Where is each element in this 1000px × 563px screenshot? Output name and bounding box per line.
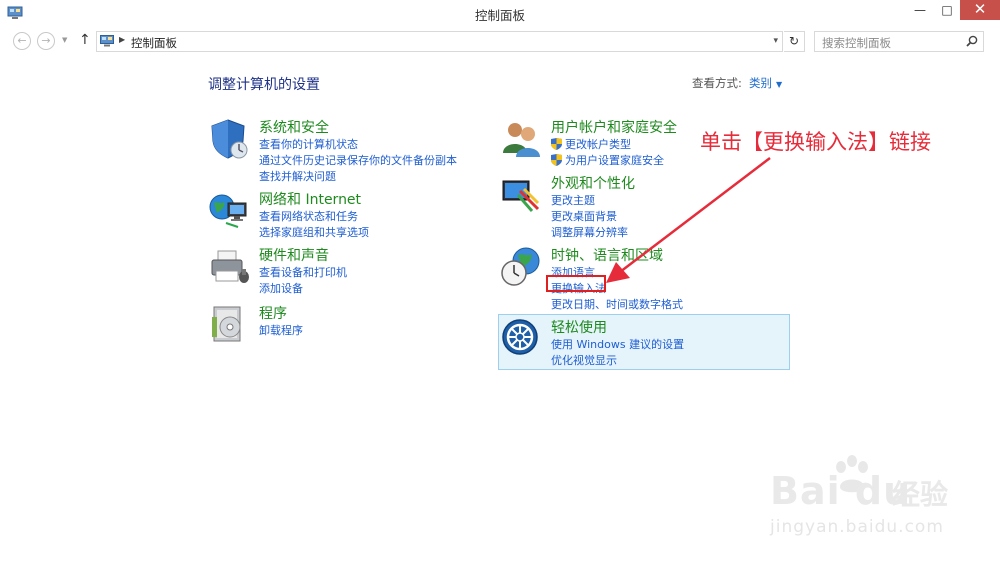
page-title: 调整计算机的设置 [208,77,320,93]
category-heading[interactable]: 时钟、语言和区域 [551,245,663,265]
search-icon[interactable] [965,34,979,48]
link-label: 更改帐户类型 [565,138,631,151]
view-by-label: 查看方式: [692,76,742,90]
view-by-value: 类别 [749,76,772,90]
clock-globe-icon [501,247,540,286]
breadcrumb-separator-icon[interactable]: ▶ [119,35,125,44]
address-bar[interactable]: ▶ 控制面板 ▾ [96,31,783,52]
programs-disc-icon [212,306,241,342]
breadcrumb-control-panel[interactable]: 控制面板 [131,35,177,51]
ease-of-access-icon [502,319,538,355]
category-heading[interactable]: 外观和个性化 [551,173,635,193]
maximize-button[interactable]: □ [934,0,960,20]
link-file-history-backup[interactable]: 通过文件历史记录保存你的文件备份副本 [259,153,457,169]
category-heading[interactable]: 用户帐户和家庭安全 [551,117,677,137]
link-homegroup-sharing[interactable]: 选择家庭组和共享选项 [259,225,369,241]
category-heading[interactable]: 程序 [259,303,287,323]
watermark-url: jingyan.baidu.com [770,517,944,537]
instruction-annotation: 单击【更换输入法】链接 [700,130,931,154]
forward-button[interactable]: → [37,32,55,50]
search-placeholder: 搜索控制面板 [822,36,891,50]
link-label: 为用户设置家庭安全 [565,154,664,167]
link-view-network-status[interactable]: 查看网络状态和任务 [259,209,369,225]
link-change-account-type[interactable]: 更改帐户类型 [551,137,664,153]
link-view-computer-status[interactable]: 查看你的计算机状态 [259,137,457,153]
link-family-safety[interactable]: 为用户设置家庭安全 [551,153,664,169]
link-add-device[interactable]: 添加设备 [259,281,347,297]
network-globe-icon [209,194,247,228]
link-change-theme[interactable]: 更改主题 [551,193,628,209]
view-by-dropdown[interactable]: 类别 ▼ [749,75,782,91]
users-icon [503,123,540,157]
address-dropdown-icon[interactable]: ▾ [773,36,778,46]
chevron-down-icon: ▼ [776,80,783,89]
recent-locations-dropdown-icon[interactable]: ▼ [62,36,67,44]
link-windows-recommended-settings[interactable]: 使用 Windows 建议的设置 [551,337,684,353]
control-panel-icon [100,35,114,47]
search-input[interactable]: 搜索控制面板 [814,31,984,52]
uac-shield-icon [551,138,562,150]
link-devices-printers[interactable]: 查看设备和打印机 [259,265,347,281]
link-adjust-resolution[interactable]: 调整屏幕分辨率 [551,225,628,241]
up-button[interactable]: ↑ [79,32,91,48]
link-change-desktop-background[interactable]: 更改桌面背景 [551,209,628,225]
watermark-logo-text: Bai du [770,469,912,513]
link-change-date-time-format[interactable]: 更改日期、时间或数字格式 [551,297,683,313]
link-find-fix-problems[interactable]: 查找并解决问题 [259,169,457,185]
personalization-icon [502,180,540,212]
baidu-jingyan-watermark: Bai du 经验 jingyan.baidu.com [770,455,970,545]
security-shield-icon [211,119,248,159]
category-heading[interactable]: 网络和 Internet [259,189,361,209]
window-title: 控制面板 [474,8,525,23]
category-heading[interactable]: 轻松使用 [551,317,607,337]
link-uninstall-program[interactable]: 卸载程序 [259,323,303,339]
navigation-bar: ← → ▼ ↑ ▶ 控制面板 ▾ ↻ 搜索控制面板 [0,27,1000,55]
category-heading[interactable]: 硬件和声音 [259,245,329,265]
link-optimize-visual-display[interactable]: 优化视觉显示 [551,353,684,369]
back-button[interactable]: ← [13,32,31,50]
category-heading[interactable]: 系统和安全 [259,117,329,137]
printer-icon [211,250,249,283]
uac-shield-icon [551,154,562,166]
watermark-chinese-text: 经验 [892,478,949,511]
target-link-highlight-box [546,275,606,292]
close-button[interactable]: ✕ [960,0,1000,20]
refresh-button[interactable]: ↻ [784,31,805,52]
title-bar: 控制面板 — □ ✕ [0,0,1000,27]
minimize-button[interactable]: — [906,0,934,20]
